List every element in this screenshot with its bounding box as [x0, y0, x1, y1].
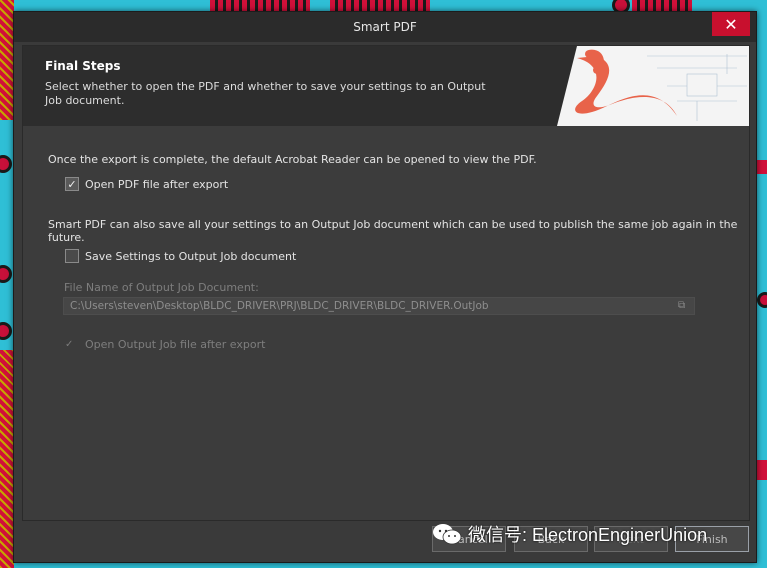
disabled-check-icon[interactable]: ✓ — [65, 339, 79, 350]
window-title: Smart PDF — [353, 20, 417, 34]
page-description: Select whether to open the PDF and wheth… — [45, 80, 486, 107]
title-bar[interactable]: Smart PDF ✕ — [14, 12, 756, 42]
pcb-pad — [757, 460, 767, 480]
page-title: Final Steps — [45, 59, 121, 73]
save-intro-text: Smart PDF can also save all your setting… — [48, 218, 738, 244]
browse-icon[interactable]: ⧉ — [678, 300, 690, 312]
smart-pdf-dialog: Smart PDF ✕ Final Steps Select whether t… — [13, 11, 757, 563]
save-settings-label: Save Settings to Output Job document — [85, 249, 297, 263]
open-pdf-checkbox[interactable]: ✓ — [65, 177, 79, 191]
open-outjob-label: Open Output Job file after export — [85, 338, 266, 351]
outjob-path-value: C:\Users\steven\Desktop\BLDC_DRIVER\PRJ\… — [70, 300, 489, 312]
close-button[interactable]: ✕ — [712, 12, 750, 36]
open-outjob-checkbox-row[interactable]: ✓ Open Output Job file after export — [65, 338, 265, 351]
pcb-via — [0, 265, 12, 283]
smart-pdf-banner-image — [537, 46, 749, 126]
outjob-path-field[interactable]: C:\Users\steven\Desktop\BLDC_DRIVER\PRJ\… — [63, 297, 695, 315]
open-pdf-label: Open PDF file after export — [85, 177, 229, 191]
pcb-hatch — [0, 0, 14, 120]
pcb-via — [0, 322, 12, 340]
wizard-panel: Final Steps Select whether to open the P… — [22, 45, 750, 521]
file-name-label: File Name of Output Job Document: — [64, 281, 259, 294]
intro-text: Once the export is complete, the default… — [48, 153, 537, 166]
close-icon: ✕ — [724, 14, 738, 34]
wizard-header: Final Steps Select whether to open the P… — [23, 46, 749, 126]
pcb-pad — [757, 160, 767, 174]
pcb-hatch — [0, 350, 14, 568]
wechat-watermark: 微信号: ElectronEnginerUnion — [432, 521, 707, 547]
acrobat-logo-icon — [537, 46, 747, 126]
watermark-text: 微信号: ElectronEnginerUnion — [468, 525, 708, 545]
pcb-via — [757, 292, 767, 308]
pcb-via — [0, 155, 12, 173]
check-icon: ✓ — [67, 177, 77, 191]
save-settings-checkbox-row[interactable]: Save Settings to Output Job document — [65, 249, 296, 263]
wechat-icon — [433, 524, 462, 545]
save-settings-checkbox[interactable] — [65, 249, 79, 263]
open-pdf-checkbox-row[interactable]: ✓ Open PDF file after export — [65, 177, 228, 191]
